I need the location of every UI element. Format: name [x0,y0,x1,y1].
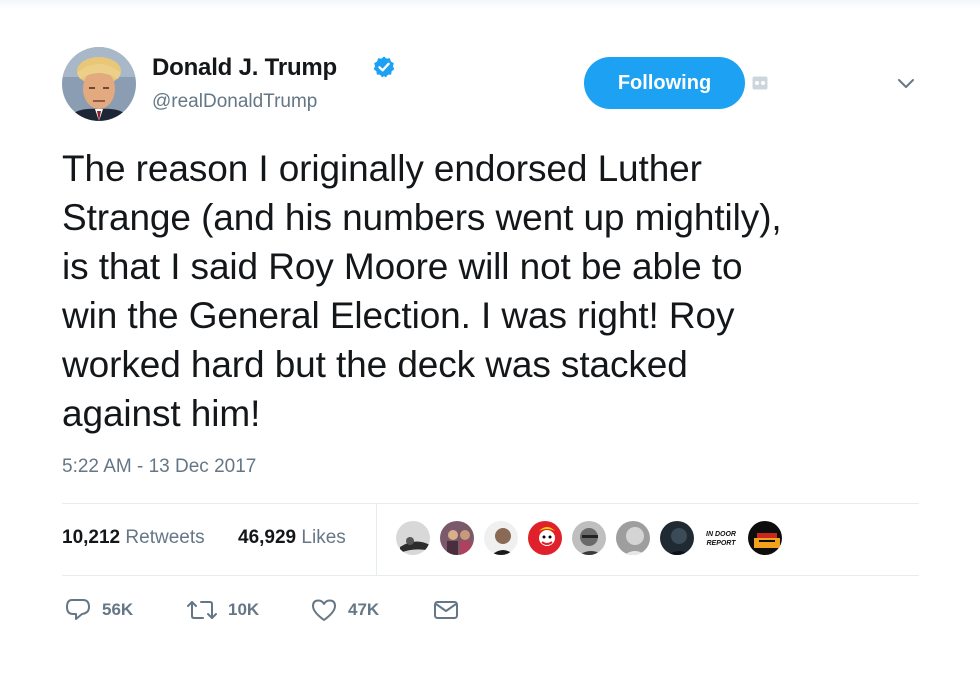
retweet-action[interactable]: 10K [186,596,259,624]
author-handle[interactable]: @realDonaldTrump [152,91,317,113]
liker-avatar-9-icon [748,521,782,555]
profile-photo-icon [62,47,136,121]
reply-count: 56K [102,600,134,619]
liker-avatar-8[interactable]: IN DOOR REPORT [702,519,740,557]
heart-icon [312,599,336,621]
svg-text:IN DOOR: IN DOOR [706,531,736,538]
tweet-text: The reason I originally endorsed Luther … [62,148,782,434]
liker-avatar-4-icon [528,521,562,555]
divider-bottom [62,575,919,576]
liker-avatar-7-icon [660,521,694,555]
liker-avatar-5-icon [572,521,606,555]
retweets-label: Retweets [125,527,205,548]
liker-avatar-6[interactable] [614,519,652,557]
divider-top [62,503,919,504]
author-name[interactable]: Donald J. Trump [152,54,337,82]
top-edge [0,0,980,8]
liker-avatar-5[interactable] [570,519,608,557]
retweet-count: 10K [228,600,260,619]
liker-avatar-2-icon [440,521,474,555]
like-count: 47K [348,600,380,619]
direct-message-action[interactable] [432,596,460,624]
liker-avatar-1[interactable] [394,519,432,557]
liker-avatar-8-icon: IN DOOR REPORT [702,519,740,557]
reply-icon [66,599,90,620]
liker-avatar-6-icon [616,521,650,555]
retweet-icon [187,601,217,619]
liker-avatar-3[interactable] [482,519,520,557]
tweet-card: Donald J. Trump @realDonaldTrump Followi… [0,0,980,674]
following-button[interactable]: Following [584,57,745,109]
likes-stat[interactable]: 46,929 Likes [238,527,346,549]
stats-divider [376,504,377,576]
liker-avatars: IN DOOR REPORT [394,519,794,559]
retweets-count: 10,212 [62,527,121,548]
liker-avatar-2[interactable] [438,519,476,557]
liker-avatar-1-icon [396,521,430,555]
verified-badge-icon [373,56,395,78]
author-avatar[interactable] [62,47,136,121]
likes-count: 46,929 [238,527,297,548]
like-action[interactable]: 47K [310,596,379,624]
likes-label: Likes [301,527,346,548]
reply-action[interactable]: 56K [64,596,133,624]
svg-text:REPORT: REPORT [706,540,736,547]
tweet-timestamp[interactable]: 5:22 AM - 13 Dec 2017 [62,456,256,478]
notifications-icon[interactable] [752,76,768,90]
retweets-stat[interactable]: 10,212 Retweets [62,527,205,549]
liker-avatar-9[interactable] [746,519,784,557]
envelope-icon [434,601,458,619]
chevron-down-icon[interactable] [896,77,916,91]
liker-avatar-3-icon [484,521,518,555]
liker-avatar-7[interactable] [658,519,696,557]
liker-avatar-4[interactable] [526,519,564,557]
